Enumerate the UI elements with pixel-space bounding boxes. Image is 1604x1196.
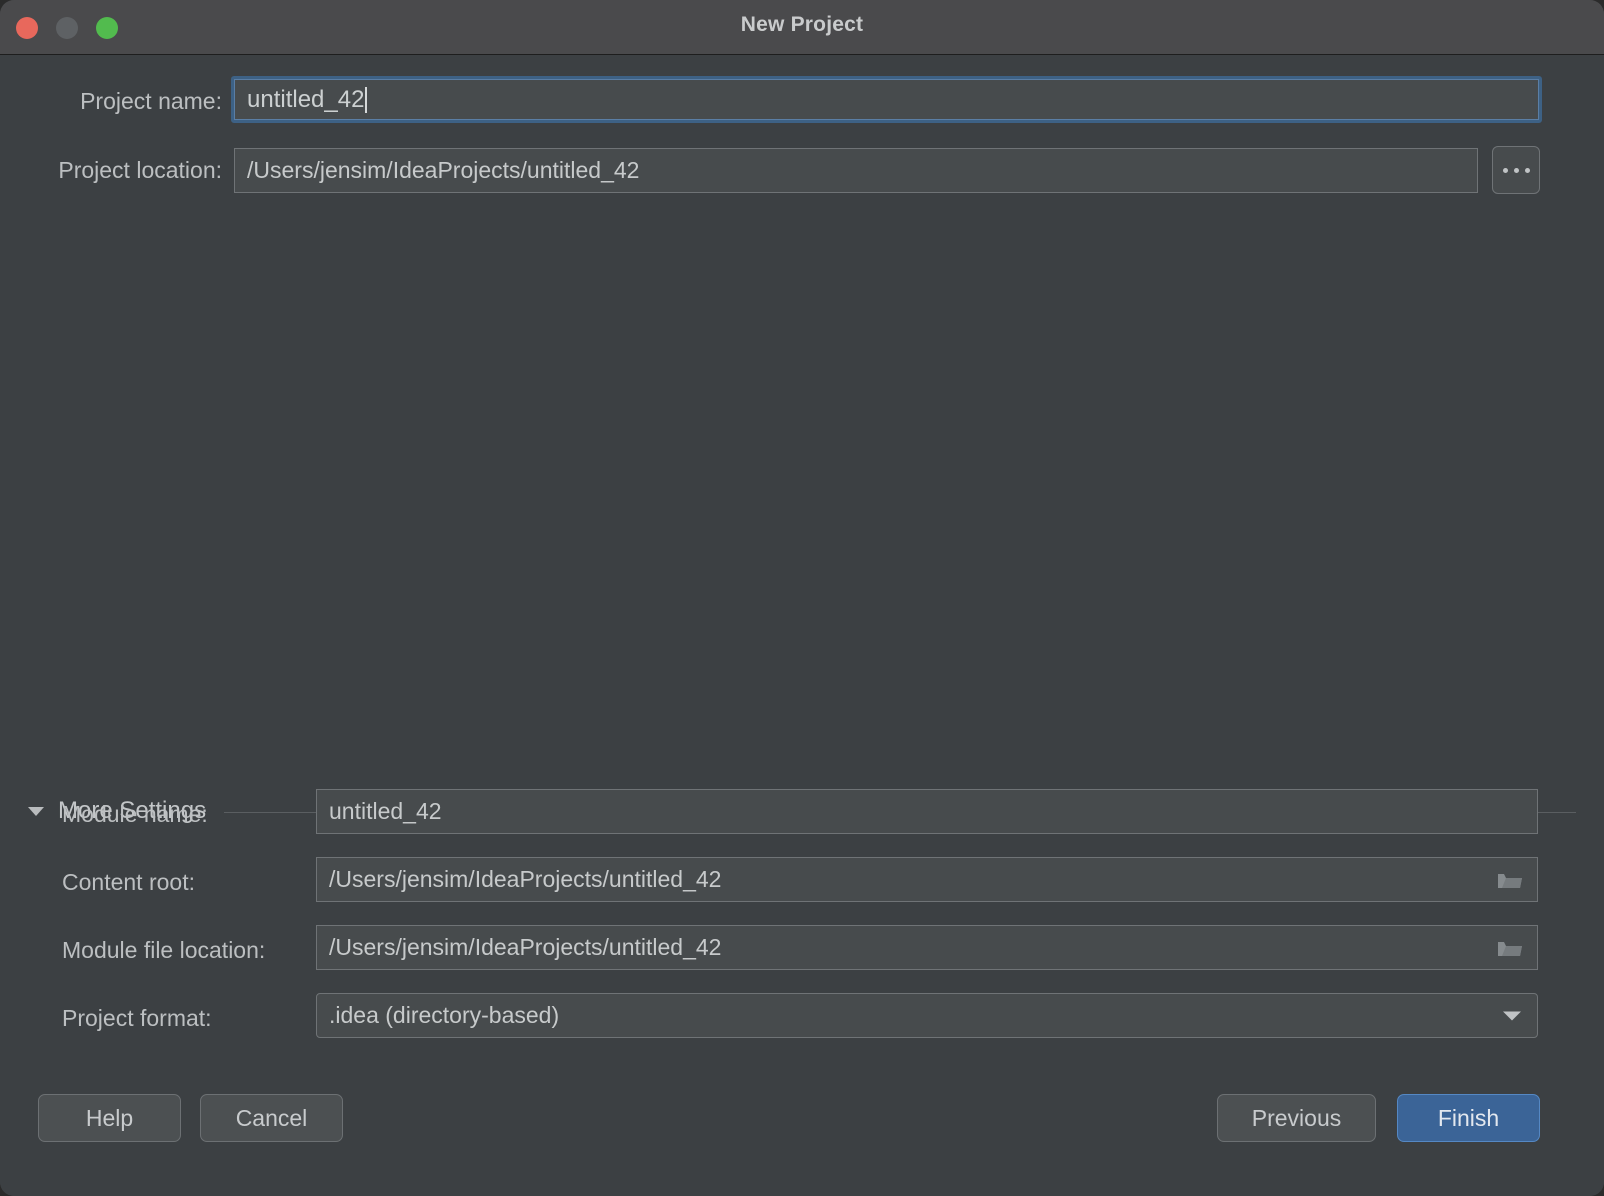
module-name-value: untitled_42 <box>329 798 442 824</box>
ellipsis-icon <box>1513 167 1519 173</box>
module-file-location-input[interactable]: /Users/jensim/IdeaProjects/untitled_42 <box>316 925 1538 970</box>
folder-icon[interactable] <box>1497 870 1523 890</box>
ellipsis-icon <box>1524 167 1530 173</box>
content-root-value: /Users/jensim/IdeaProjects/untitled_42 <box>329 866 722 892</box>
window-title: New Project <box>740 13 864 36</box>
project-name-label: Project name: <box>80 88 222 114</box>
dialog-content: Project name: untitled_42 Project locati… <box>0 55 1604 1196</box>
project-location-input[interactable]: /Users/jensim/IdeaProjects/untitled_42 <box>234 148 1478 193</box>
content-root-label: Content root: <box>62 869 195 895</box>
ellipsis-icon <box>1502 167 1508 173</box>
title-bar: New Project <box>0 0 1604 55</box>
module-name-input[interactable]: untitled_42 <box>316 789 1538 834</box>
folder-icon[interactable] <box>1497 938 1523 958</box>
module-name-label: Module name: <box>62 801 208 827</box>
triangle-down-icon <box>28 806 44 816</box>
project-location-value: /Users/jensim/IdeaProjects/untitled_42 <box>247 157 640 183</box>
module-file-location-label: Module file location: <box>62 937 266 963</box>
project-name-input[interactable]: untitled_42 <box>231 76 1542 123</box>
cancel-button[interactable]: Cancel <box>200 1094 343 1142</box>
browse-location-button[interactable] <box>1492 146 1540 194</box>
project-format-label: Project format: <box>62 1005 212 1031</box>
project-location-label: Project location: <box>58 157 222 183</box>
project-format-value: .idea (directory-based) <box>329 1002 560 1028</box>
project-name-value: untitled_42 <box>247 85 365 113</box>
project-format-select[interactable]: .idea (directory-based) <box>316 993 1538 1038</box>
text-caret <box>365 86 368 113</box>
help-button[interactable]: Help <box>38 1094 181 1142</box>
finish-button[interactable]: Finish <box>1397 1094 1540 1142</box>
chevron-down-icon[interactable] <box>1503 1011 1521 1020</box>
module-file-location-value: /Users/jensim/IdeaProjects/untitled_42 <box>329 934 722 960</box>
new-project-dialog: New Project Project name: untitled_42 Pr… <box>0 0 1604 1196</box>
content-root-input[interactable]: /Users/jensim/IdeaProjects/untitled_42 <box>316 857 1538 902</box>
previous-button[interactable]: Previous <box>1217 1094 1376 1142</box>
